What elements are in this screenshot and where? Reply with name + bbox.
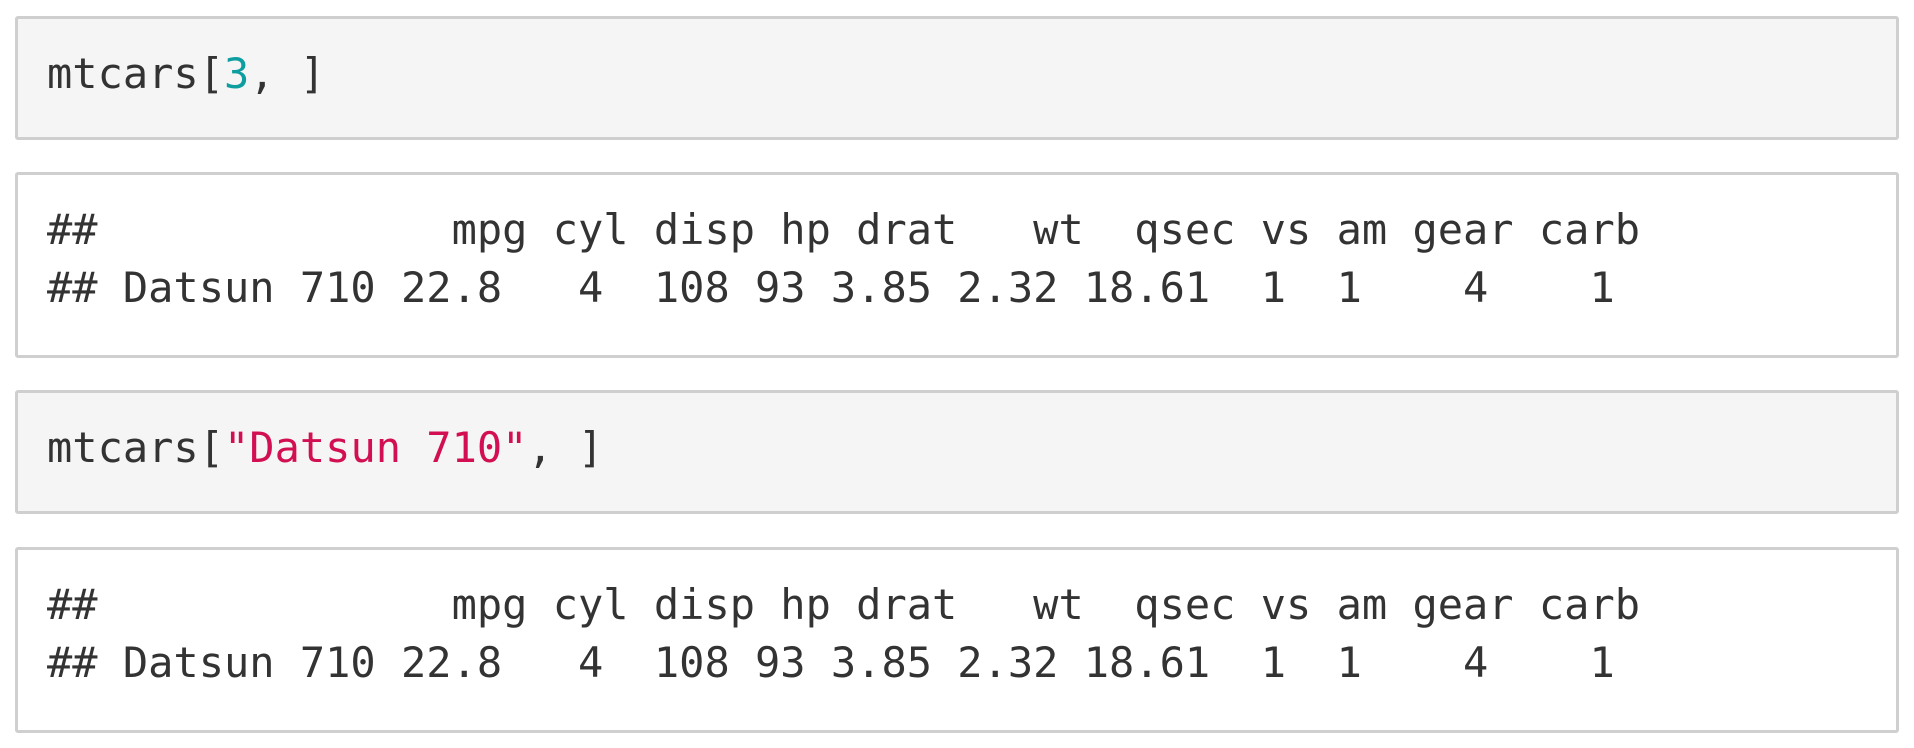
code-text: mtcars[ — [47, 423, 225, 472]
code-text: , ] — [249, 49, 326, 98]
code-input-line: mtcars[3, ] — [47, 45, 1896, 103]
string-literal: "Datsun 710" — [224, 423, 528, 472]
code-text: , ] — [527, 423, 604, 472]
code-input-block-1: mtcars[3, ] — [15, 16, 1899, 140]
code-text: mtcars[ — [47, 49, 225, 98]
code-input-block-2: mtcars["Datsun 710", ] — [15, 390, 1899, 514]
output-line-header: ## mpg cyl disp hp drat wt qsec vs am ge… — [47, 580, 1641, 629]
code-output-block-2: ## mpg cyl disp hp drat wt qsec vs am ge… — [15, 547, 1899, 733]
numeric-literal: 3 — [224, 49, 250, 98]
output-line-header: ## mpg cyl disp hp drat wt qsec vs am ge… — [47, 205, 1641, 254]
code-input-line: mtcars["Datsun 710", ] — [47, 419, 1896, 477]
output-line-row: ## Datsun 710 22.8 4 108 93 3.85 2.32 18… — [47, 263, 1615, 312]
output-line-row: ## Datsun 710 22.8 4 108 93 3.85 2.32 18… — [47, 638, 1615, 687]
code-output-block-1: ## mpg cyl disp hp drat wt qsec vs am ge… — [15, 172, 1899, 358]
